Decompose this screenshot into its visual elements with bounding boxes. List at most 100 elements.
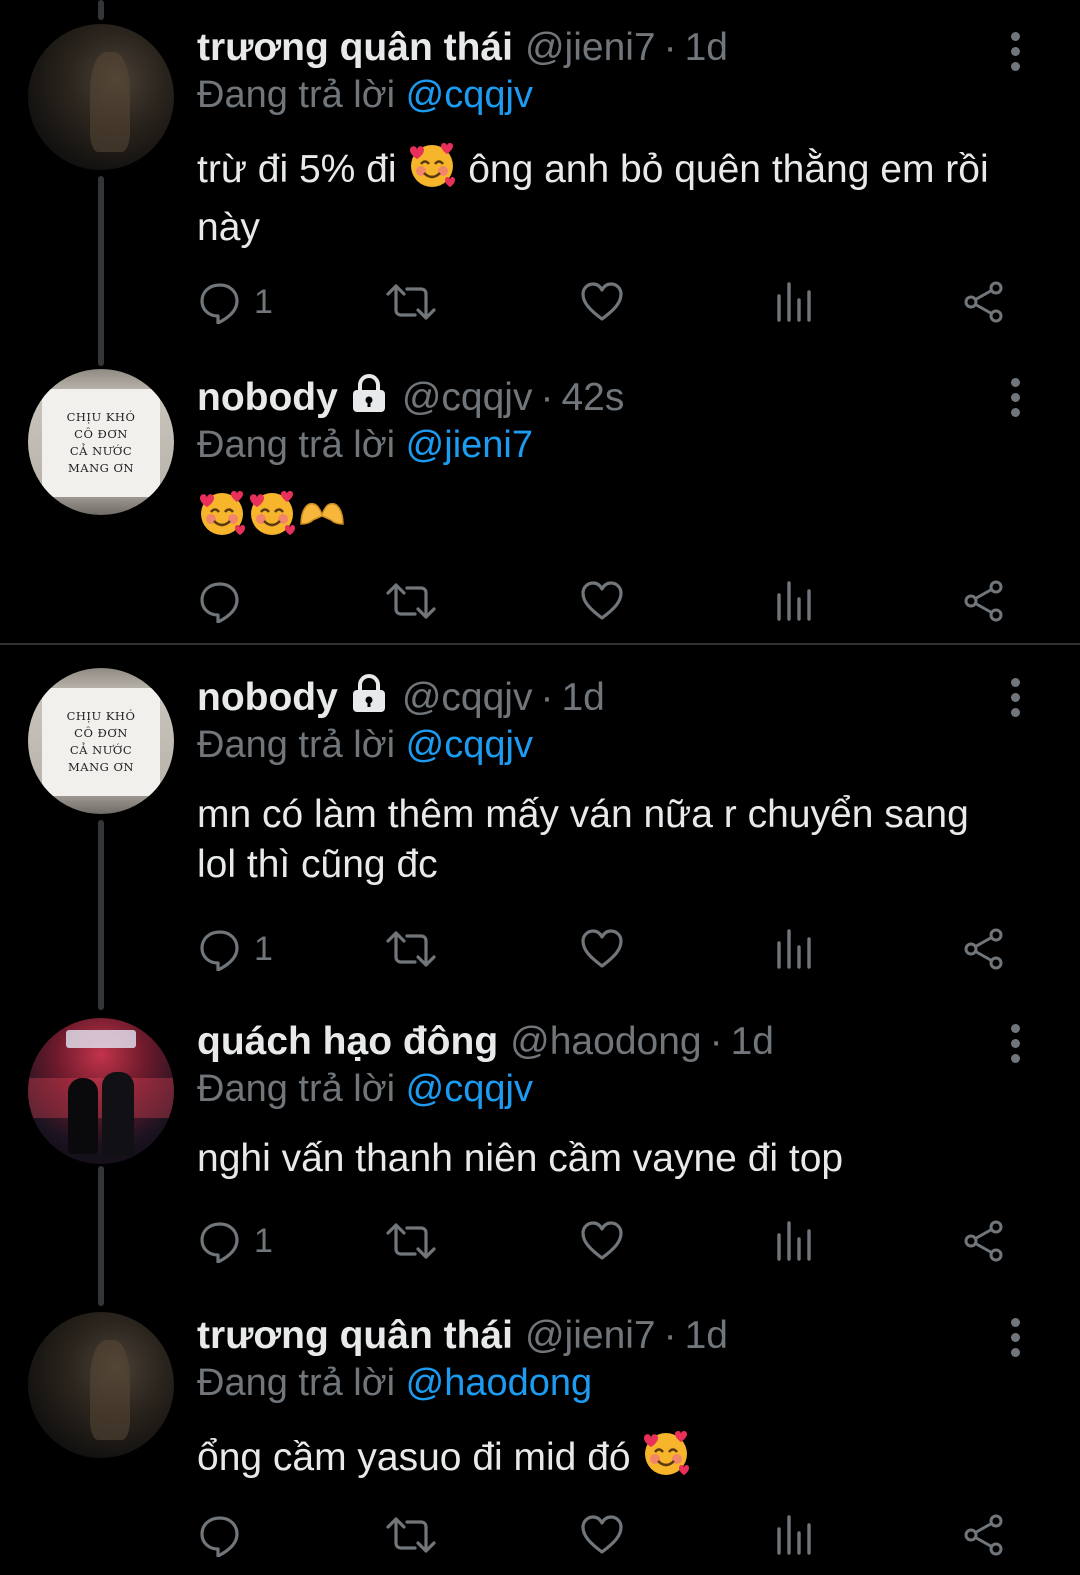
like-button[interactable] (580, 277, 624, 327)
reply-button[interactable] (198, 576, 254, 626)
replying-to-label: Đang trả lời (197, 74, 396, 116)
like-button[interactable] (580, 924, 624, 974)
user-handle[interactable]: @haodong (510, 1020, 701, 1064)
replying-to: Đang trả lời @cqqjv (197, 74, 533, 117)
replying-to: Đang trả lời @jieni7 (197, 424, 533, 467)
user-handle[interactable]: @jieni7 (525, 26, 656, 70)
avatar[interactable]: CHỊU KHÓ CÔ ĐƠN CẢ NƯỚC MANG ƠN (28, 369, 174, 515)
avatar[interactable] (28, 1018, 174, 1164)
avatar[interactable]: CHỊU KHÓ CÔ ĐƠN CẢ NƯỚC MANG ƠN (28, 668, 174, 814)
conversation-divider (0, 643, 1080, 645)
views-button[interactable] (773, 576, 813, 626)
timestamp[interactable]: 1d (731, 1020, 774, 1064)
retweet-button[interactable] (386, 277, 436, 327)
share-icon (964, 928, 1003, 970)
user-handle[interactable]: @cqqjv (402, 676, 533, 720)
timestamp[interactable]: 1d (685, 1314, 728, 1358)
share-button[interactable] (962, 277, 1006, 327)
share-icon (964, 580, 1003, 622)
retweet-icon (386, 1517, 436, 1553)
heart-icon (581, 1221, 623, 1260)
like-button[interactable] (580, 576, 624, 626)
user-handle[interactable]: @cqqjv (402, 376, 533, 420)
tweet-header: nobody @cqqjv · 1d (197, 672, 605, 724)
thread-line (98, 0, 104, 20)
views-button[interactable] (773, 1510, 813, 1560)
tweet[interactable]: trương quân thái @jieni7 · 1d Đang trả l… (0, 1310, 1080, 1575)
tweet-text (197, 488, 1027, 551)
heart-icon (581, 282, 623, 321)
reply-mention[interactable]: @haodong (406, 1362, 593, 1404)
reply-icon (200, 582, 239, 623)
retweet-button[interactable] (386, 576, 436, 626)
separator: · (709, 1020, 723, 1063)
share-button[interactable] (962, 924, 1006, 974)
reply-mention[interactable]: @cqqjv (406, 724, 533, 766)
sign-line: CÔ ĐƠN (74, 726, 128, 740)
reply-mention[interactable]: @jieni7 (406, 424, 533, 466)
retweet-button[interactable] (386, 924, 436, 974)
retweet-button[interactable] (386, 1216, 436, 1266)
user-handle[interactable]: @jieni7 (525, 1314, 656, 1358)
sign-line: CHỊU KHÓ (66, 709, 136, 723)
sign-line: CHỊU KHÓ (66, 410, 136, 424)
replying-to: Đang trả lời @haodong (197, 1362, 592, 1405)
timestamp[interactable]: 1d (561, 676, 604, 720)
display-name[interactable]: quách hạo đông (197, 1020, 498, 1064)
more-options-icon[interactable] (1006, 1024, 1026, 1064)
retweet-button[interactable] (386, 1510, 436, 1560)
views-icon (777, 929, 811, 969)
replying-to-label: Đang trả lời (197, 1362, 396, 1404)
views-button[interactable] (773, 1216, 813, 1266)
display-name[interactable]: nobody (197, 676, 338, 720)
share-icon (964, 1514, 1003, 1556)
smiling-face-with-hearts-icon (247, 488, 297, 551)
sign-line: MANG ƠN (68, 461, 134, 475)
reply-button[interactable] (198, 1510, 254, 1560)
tweet[interactable]: CHỊU KHÓ CÔ ĐƠN CẢ NƯỚC MANG ƠN nobody @… (0, 369, 1080, 642)
sign-line: MANG ƠN (68, 760, 134, 774)
retweet-icon (386, 284, 436, 320)
timestamp[interactable]: 42s (561, 376, 624, 420)
more-options-icon[interactable] (1006, 32, 1026, 72)
avatar[interactable] (28, 1312, 174, 1458)
display-name[interactable]: trương quân thái (197, 26, 513, 70)
heart-icon (581, 581, 623, 620)
smiling-face-with-hearts-icon (641, 1428, 691, 1491)
reply-button[interactable]: 1 (198, 924, 273, 974)
tweet[interactable]: quách hạo đông @haodong · 1d Đang trả lờ… (0, 1016, 1080, 1296)
tweet[interactable]: CHỊU KHÓ CÔ ĐƠN CẢ NƯỚC MANG ƠN nobody @… (0, 668, 1080, 1002)
more-options-icon[interactable] (1006, 1318, 1026, 1358)
like-button[interactable] (580, 1216, 624, 1266)
views-button[interactable] (773, 924, 813, 974)
replying-to-label: Đang trả lời (197, 724, 396, 766)
heart-icon (581, 929, 623, 968)
replying-to-label: Đang trả lời (197, 1068, 396, 1110)
share-icon (964, 1220, 1003, 1262)
display-name[interactable]: nobody (197, 376, 338, 420)
share-button[interactable] (962, 576, 1006, 626)
share-button[interactable] (962, 1510, 1006, 1560)
views-button[interactable] (773, 277, 813, 327)
like-button[interactable] (580, 1510, 624, 1560)
timestamp[interactable]: 1d (685, 26, 728, 70)
tweet-actions (0, 576, 1080, 626)
reply-button[interactable]: 1 (198, 1216, 273, 1266)
tweet[interactable]: trương quân thái @jieni7 · 1d Đang trả l… (0, 22, 1080, 342)
more-options-icon[interactable] (1006, 678, 1026, 718)
retweet-icon (386, 931, 436, 967)
more-options-icon[interactable] (1006, 378, 1026, 418)
share-button[interactable] (962, 1216, 1006, 1266)
sign-line: CẢ NƯỚC (69, 743, 133, 757)
avatar[interactable] (28, 24, 174, 170)
tweet-text: ổng cầm yasuo đi mid đó (197, 1428, 1027, 1491)
reply-mention[interactable]: @cqqjv (406, 74, 533, 116)
separator: · (663, 26, 677, 69)
views-icon (777, 1515, 811, 1555)
replying-to-label: Đang trả lời (197, 424, 396, 466)
reply-mention[interactable]: @cqqjv (406, 1068, 533, 1110)
display-name[interactable]: trương quân thái (197, 1314, 513, 1358)
reply-button[interactable]: 1 (198, 277, 273, 327)
tweet-header: quách hạo đông @haodong · 1d (197, 1016, 774, 1068)
smiling-face-with-hearts-icon (197, 488, 247, 551)
